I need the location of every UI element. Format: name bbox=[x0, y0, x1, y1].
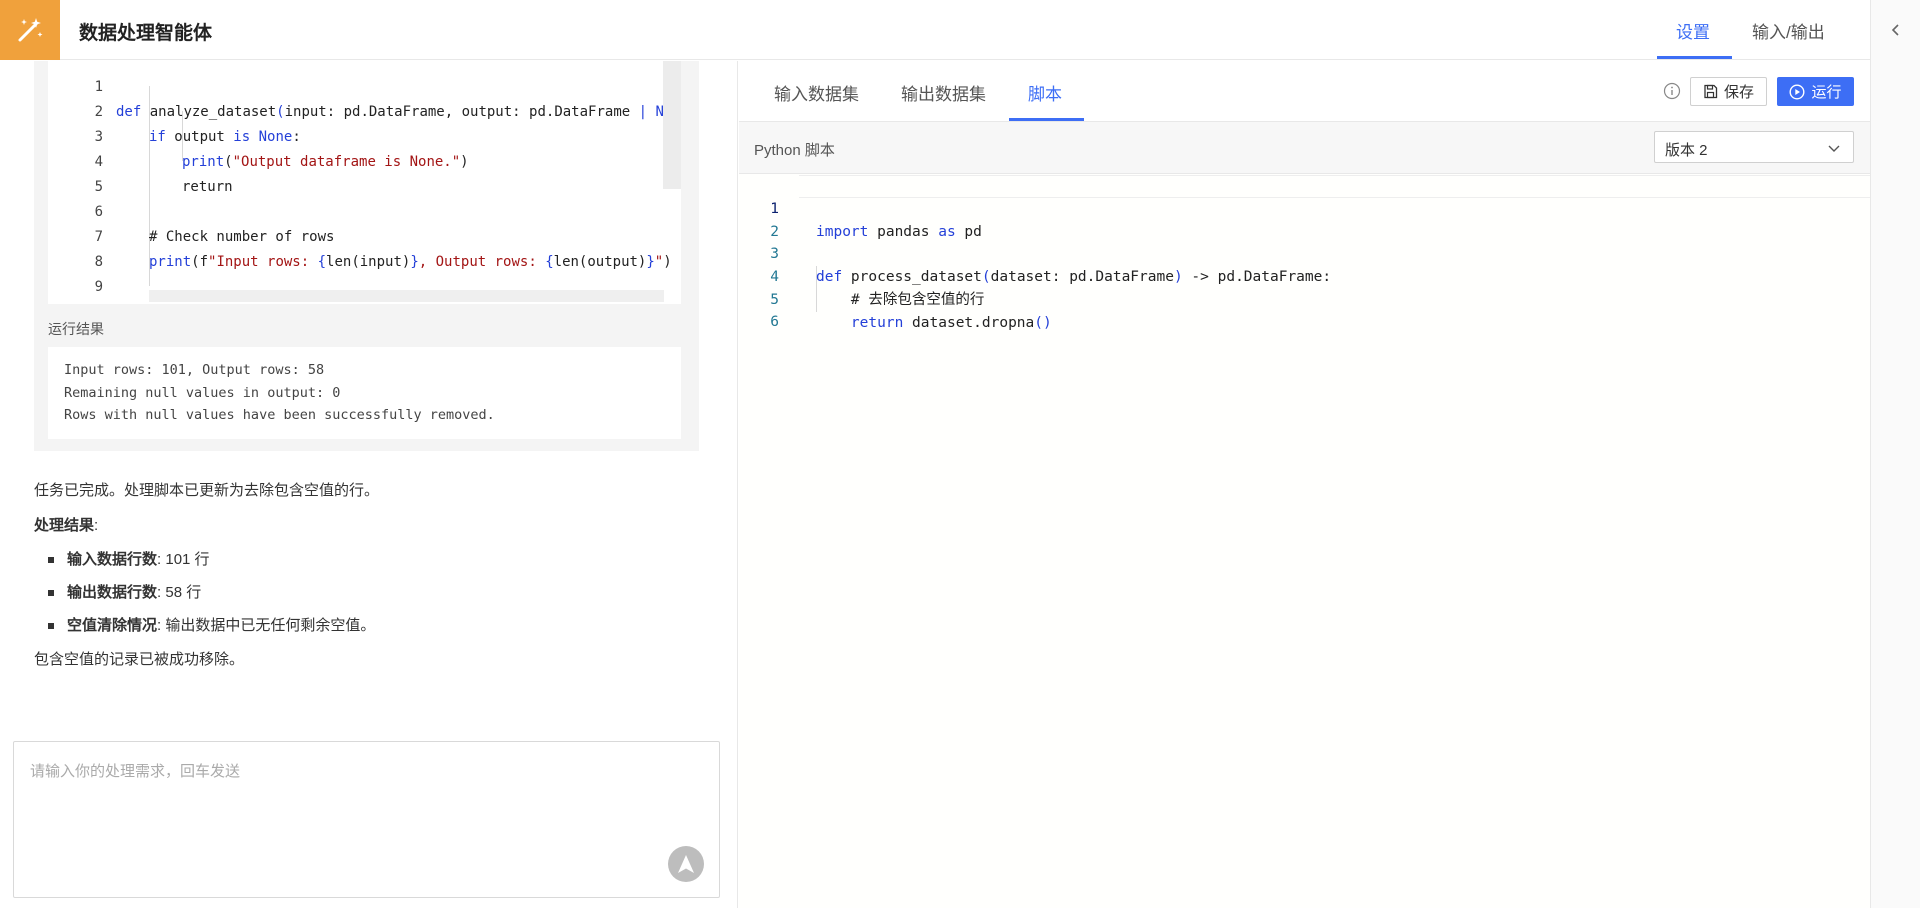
run-button-label: 运行 bbox=[1811, 84, 1842, 101]
save-button[interactable]: 保存 bbox=[1690, 77, 1767, 106]
summary-heading-suffix: : bbox=[94, 517, 99, 534]
vertical-scrollbar[interactable] bbox=[663, 61, 681, 189]
code-line: 6 # Check number of rows bbox=[48, 175, 681, 245]
save-button-label: 保存 bbox=[1723, 84, 1754, 101]
collapse-strip bbox=[1870, 0, 1920, 908]
list-item-value: : 101 行 bbox=[157, 551, 210, 568]
tab-script[interactable]: 脚本 bbox=[1028, 80, 1062, 105]
chat-input[interactable] bbox=[14, 742, 719, 897]
code-line: 8 bbox=[48, 225, 681, 270]
active-tab-indicator bbox=[1657, 56, 1732, 59]
summary-outro: 包含空值的记录已被成功移除。 bbox=[34, 651, 245, 668]
list-item-label: 输入数据行数 bbox=[67, 551, 158, 568]
run-output-line: Remaining null values in output: 0 bbox=[64, 384, 341, 401]
chat-input-box bbox=[13, 741, 720, 898]
tab-input-output[interactable]: 输入/输出 bbox=[1752, 18, 1825, 43]
list-item: 空值清除情况: 输出数据中已无任何剩余空值。 bbox=[34, 609, 714, 642]
code-line: 3 print("Output dataframe is None.") bbox=[48, 100, 681, 170]
tab-settings[interactable]: 设置 bbox=[1676, 18, 1710, 43]
list-item-label: 空值清除情况 bbox=[67, 617, 158, 634]
workspace-panel: 输入数据集 输出数据集 脚本 保存 运行 Python 脚本 版本 2 1 im… bbox=[739, 61, 1870, 908]
bullet bbox=[48, 623, 54, 629]
send-arrow-icon[interactable] bbox=[668, 846, 704, 882]
play-circle-icon bbox=[1789, 83, 1805, 100]
code-line: 2 bbox=[739, 198, 1870, 240]
code-line: 4 # 去除包含空值的行 bbox=[739, 243, 1870, 308]
chevron-down-icon bbox=[1828, 145, 1840, 152]
run-output-line: Input rows: 101, Output rows: 58 bbox=[64, 362, 325, 378]
list-item: 输入数据行数: 101 行 bbox=[34, 543, 714, 576]
bullet bbox=[48, 557, 54, 563]
line-number: 10 bbox=[48, 300, 103, 304]
summary-intro: 任务已完成。处理脚本已更新为去除包含空值的行。 bbox=[34, 482, 380, 499]
line-number: 6 bbox=[770, 314, 779, 330]
app-header: 数据处理智能体 设置 输入/输出 bbox=[0, 0, 1870, 60]
code-line: 5 return dataset.dropna() bbox=[739, 266, 1870, 331]
assistant-summary: 任务已完成。处理脚本已更新为去除包含空值的行。 处理结果: 输入数据行数: 10… bbox=[34, 473, 714, 677]
run-result-label: 运行结果 bbox=[48, 321, 104, 337]
tab-output-dataset[interactable]: 输出数据集 bbox=[901, 80, 986, 105]
bullet bbox=[48, 590, 54, 596]
code-line: 6 bbox=[739, 288, 1870, 330]
run-output: Input rows: 101, Output rows: 58 Remaini… bbox=[48, 347, 681, 439]
chat-panel: 1 def analyze_dataset(input: pd.DataFram… bbox=[0, 61, 738, 908]
app-title: 数据处理智能体 bbox=[79, 23, 213, 44]
analysis-code-block[interactable]: 1 def analyze_dataset(input: pd.DataFram… bbox=[48, 61, 681, 304]
version-select[interactable]: 版本 2 bbox=[1654, 131, 1854, 163]
script-editor[interactable]: 1 import pandas as pd 2 3 def process_da… bbox=[739, 174, 1870, 908]
tool-call-card: 1 def analyze_dataset(input: pd.DataFram… bbox=[34, 61, 699, 451]
code-line: 3 def process_dataset(dataset: pd.DataFr… bbox=[739, 220, 1870, 285]
workspace-tabs: 输入数据集 输出数据集 脚本 保存 运行 bbox=[739, 61, 1870, 122]
list-item-value: : 58 行 bbox=[157, 584, 202, 601]
code-line: 1 import pandas as pd bbox=[739, 175, 1870, 240]
code-line: 2 if output is None: bbox=[48, 75, 681, 145]
magic-wand-icon bbox=[0, 0, 60, 60]
active-tab-indicator bbox=[1009, 118, 1084, 121]
code-line: 4 return bbox=[48, 125, 681, 195]
code-line: 5 bbox=[48, 150, 681, 195]
code-text: return dataset.dropna() bbox=[850, 315, 1052, 331]
script-label: Python 脚本 bbox=[754, 142, 835, 159]
summary-heading-text: 处理结果 bbox=[34, 517, 95, 534]
run-button[interactable]: 运行 bbox=[1777, 77, 1854, 106]
script-toolbar: Python 脚本 版本 2 bbox=[739, 122, 1870, 174]
horizontal-scrollbar[interactable] bbox=[149, 290, 664, 302]
list-item-label: 输出数据行数 bbox=[67, 584, 158, 601]
list-item-value: : 输出数据中已无任何剩余空值。 bbox=[157, 617, 376, 634]
chevron-left-icon[interactable] bbox=[1886, 20, 1906, 40]
run-output-line: Rows with null values have been successf… bbox=[64, 407, 495, 423]
tab-input-dataset[interactable]: 输入数据集 bbox=[774, 80, 859, 105]
save-icon bbox=[1704, 84, 1718, 99]
list-item: 输出数据行数: 58 行 bbox=[34, 576, 714, 609]
summary-heading: 处理结果: bbox=[34, 508, 714, 543]
code-line: 1 def analyze_dataset(input: pd.DataFram… bbox=[48, 61, 681, 120]
version-select-value: 版本 2 bbox=[1665, 142, 1708, 159]
code-line: 9 # Check for any remaining nulls bbox=[48, 250, 681, 295]
info-icon[interactable] bbox=[1663, 82, 1681, 100]
code-line: 7 print(f"Input rows: {len(input)}, Outp… bbox=[48, 200, 681, 270]
